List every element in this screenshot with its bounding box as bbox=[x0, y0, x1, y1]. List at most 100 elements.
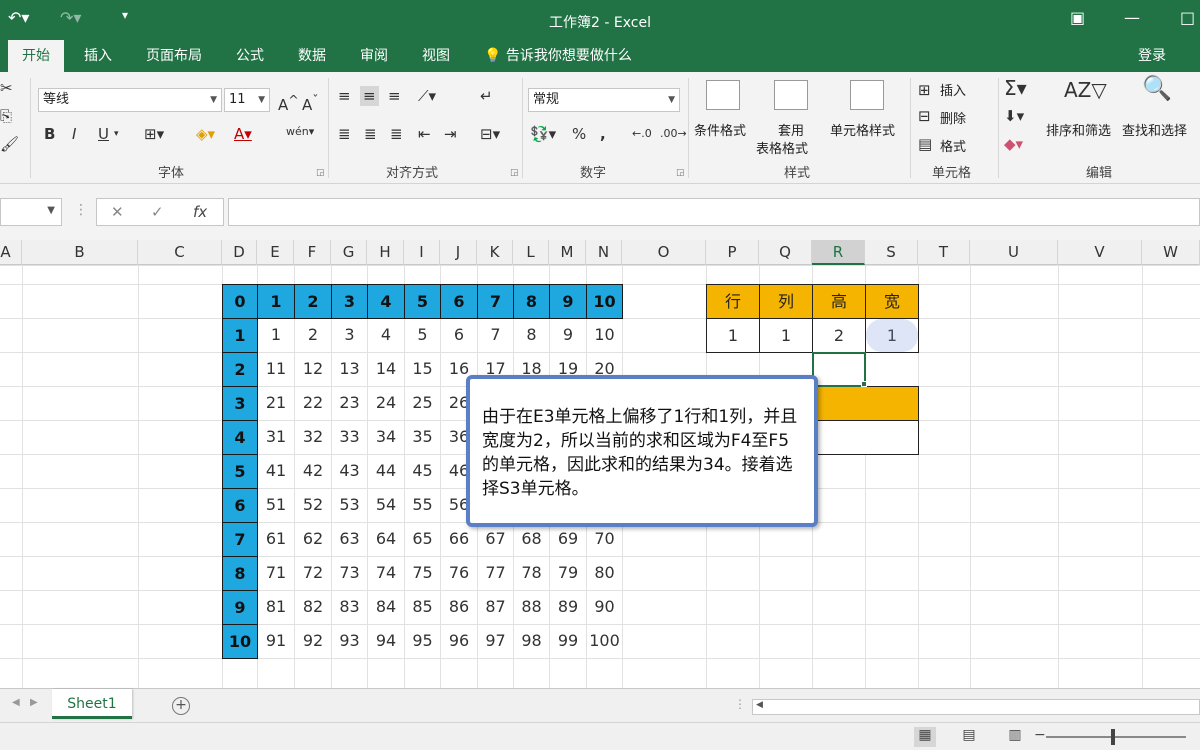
tab-data[interactable]: 数据 bbox=[290, 40, 334, 72]
zoom-out-icon[interactable]: − bbox=[1034, 727, 1046, 743]
column-header-r[interactable]: R bbox=[812, 240, 865, 265]
grid-value-cell[interactable]: 32 bbox=[294, 420, 332, 455]
comma-button[interactable]: , bbox=[600, 124, 606, 144]
column-header-t[interactable]: T bbox=[918, 240, 970, 265]
fill-color-icon[interactable]: ◈▾ bbox=[196, 124, 215, 144]
zoom-slider[interactable] bbox=[1046, 736, 1186, 738]
underline-button[interactable]: U bbox=[98, 124, 109, 144]
grid-value-cell[interactable]: 78 bbox=[513, 556, 550, 591]
column-header-v[interactable]: V bbox=[1058, 240, 1142, 265]
number-format-select[interactable]: 常规 ▼ bbox=[528, 88, 680, 112]
font-color-icon[interactable]: A▾ bbox=[234, 124, 252, 144]
grid-column-header[interactable]: 0 bbox=[222, 284, 258, 319]
tab-insert[interactable]: 插入 bbox=[76, 40, 120, 72]
grid-value-cell[interactable]: 79 bbox=[549, 556, 587, 591]
param-value[interactable]: 2 bbox=[812, 318, 866, 353]
format-cells-icon[interactable]: ▤ bbox=[918, 134, 932, 154]
sign-in-link[interactable]: 登录 bbox=[1138, 40, 1166, 72]
formula-input[interactable] bbox=[228, 198, 1200, 226]
grid-value-cell[interactable]: 55 bbox=[404, 488, 441, 523]
grid-column-header[interactable]: 10 bbox=[586, 284, 623, 319]
grid-value-cell[interactable]: 66 bbox=[440, 522, 478, 557]
grid-value-cell[interactable]: 42 bbox=[294, 454, 332, 489]
grid-row-header[interactable]: 1 bbox=[222, 318, 258, 353]
dialog-launcher-icon[interactable]: ◲ bbox=[510, 168, 519, 178]
wrap-text-icon[interactable]: ↵ bbox=[480, 86, 493, 106]
grid-value-cell[interactable]: 5 bbox=[404, 318, 441, 353]
param-header[interactable]: 高 bbox=[812, 284, 866, 319]
grid-value-cell[interactable]: 80 bbox=[586, 556, 623, 591]
grid-value-cell[interactable]: 83 bbox=[331, 590, 368, 625]
grid-column-header[interactable]: 3 bbox=[331, 284, 368, 319]
grid-value-cell[interactable]: 97 bbox=[477, 624, 514, 659]
align-left-icon[interactable]: ≣ bbox=[338, 124, 351, 144]
add-sheet-button[interactable]: + bbox=[172, 697, 190, 715]
grid-value-cell[interactable]: 82 bbox=[294, 590, 332, 625]
percent-button[interactable]: % bbox=[572, 124, 586, 144]
cell-styles-button[interactable]: 单元格样式 bbox=[830, 120, 895, 139]
column-header-s[interactable]: S bbox=[865, 240, 918, 265]
delete-cells-icon[interactable]: ⊟ bbox=[918, 106, 931, 126]
param-value[interactable]: 1 bbox=[706, 318, 760, 353]
grid-value-cell[interactable]: 25 bbox=[404, 386, 441, 421]
grid-value-cell[interactable]: 68 bbox=[513, 522, 550, 557]
page-break-view-icon[interactable]: ▥ bbox=[1004, 727, 1026, 747]
align-center-icon[interactable]: ≣ bbox=[364, 124, 377, 144]
tab-review[interactable]: 审阅 bbox=[352, 40, 396, 72]
column-header-j[interactable]: J bbox=[440, 240, 477, 265]
grid-value-cell[interactable]: 64 bbox=[367, 522, 405, 557]
align-bottom-icon[interactable]: ≡ bbox=[388, 86, 401, 106]
grid-value-cell[interactable]: 73 bbox=[331, 556, 368, 591]
font-size-select[interactable]: 11 ▼ bbox=[224, 88, 270, 112]
column-header-f[interactable]: F bbox=[294, 240, 331, 265]
grid-column-header[interactable]: 8 bbox=[513, 284, 550, 319]
grid-value-cell[interactable]: 35 bbox=[404, 420, 441, 455]
align-top-icon[interactable]: ≡ bbox=[338, 86, 351, 106]
orientation-icon[interactable]: ⟋▾ bbox=[418, 86, 436, 106]
conditional-format-button[interactable]: 条件格式 bbox=[694, 120, 746, 139]
grid-value-cell[interactable]: 72 bbox=[294, 556, 332, 591]
grid-value-cell[interactable]: 85 bbox=[404, 590, 441, 625]
tab-page-layout[interactable]: 页面布局 bbox=[138, 40, 210, 72]
column-header-n[interactable]: N bbox=[586, 240, 622, 265]
grid-value-cell[interactable]: 93 bbox=[331, 624, 368, 659]
grid-value-cell[interactable]: 88 bbox=[513, 590, 550, 625]
grid-value-cell[interactable]: 69 bbox=[549, 522, 587, 557]
insert-cells-icon[interactable]: ⊞ bbox=[918, 80, 931, 100]
page-layout-view-icon[interactable]: ▤ bbox=[958, 727, 980, 747]
grid-value-cell[interactable]: 43 bbox=[331, 454, 368, 489]
confirm-icon[interactable]: ✓ bbox=[151, 203, 164, 221]
grid-value-cell[interactable]: 12 bbox=[294, 352, 332, 387]
sheet-tab-sheet1[interactable]: Sheet1 bbox=[52, 689, 132, 719]
column-header-m[interactable]: M bbox=[549, 240, 586, 265]
column-header-e[interactable]: E bbox=[257, 240, 294, 265]
find-select-button[interactable]: 查找和选择 bbox=[1122, 120, 1187, 139]
grid-value-cell[interactable]: 7 bbox=[477, 318, 514, 353]
grid-value-cell[interactable]: 99 bbox=[549, 624, 587, 659]
bold-button[interactable]: B bbox=[44, 124, 55, 144]
delete-cells-button[interactable]: 删除 bbox=[940, 108, 966, 127]
grid-value-cell[interactable]: 86 bbox=[440, 590, 478, 625]
grid-value-cell[interactable]: 61 bbox=[257, 522, 295, 557]
grid-value-cell[interactable]: 91 bbox=[257, 624, 295, 659]
grid-value-cell[interactable]: 75 bbox=[404, 556, 441, 591]
column-header-p[interactable]: P bbox=[706, 240, 759, 265]
grid-value-cell[interactable]: 41 bbox=[257, 454, 295, 489]
grid-value-cell[interactable]: 13 bbox=[331, 352, 368, 387]
grid-row-header[interactable]: 3 bbox=[222, 386, 258, 421]
insert-function-icon[interactable]: fx bbox=[193, 203, 207, 221]
grid-value-cell[interactable]: 95 bbox=[404, 624, 441, 659]
merge-center-icon[interactable]: ⊟▾ bbox=[480, 124, 500, 144]
column-header-d[interactable]: D bbox=[222, 240, 257, 265]
cancel-icon[interactable]: ✕ bbox=[111, 203, 124, 221]
tell-me-box[interactable]: 💡 告诉我你想要做什么 bbox=[484, 40, 632, 72]
increase-font-icon[interactable]: A^ bbox=[278, 90, 299, 115]
grid-value-cell[interactable]: 81 bbox=[257, 590, 295, 625]
grid-value-cell[interactable]: 10 bbox=[586, 318, 623, 353]
grid-value-cell[interactable]: 6 bbox=[440, 318, 478, 353]
scroll-left-icon[interactable]: ◀ bbox=[756, 700, 763, 710]
grid-value-cell[interactable]: 100 bbox=[586, 624, 623, 659]
param-header[interactable]: 列 bbox=[759, 284, 813, 319]
grid-column-header[interactable]: 7 bbox=[477, 284, 514, 319]
column-header-w[interactable]: W bbox=[1142, 240, 1200, 265]
